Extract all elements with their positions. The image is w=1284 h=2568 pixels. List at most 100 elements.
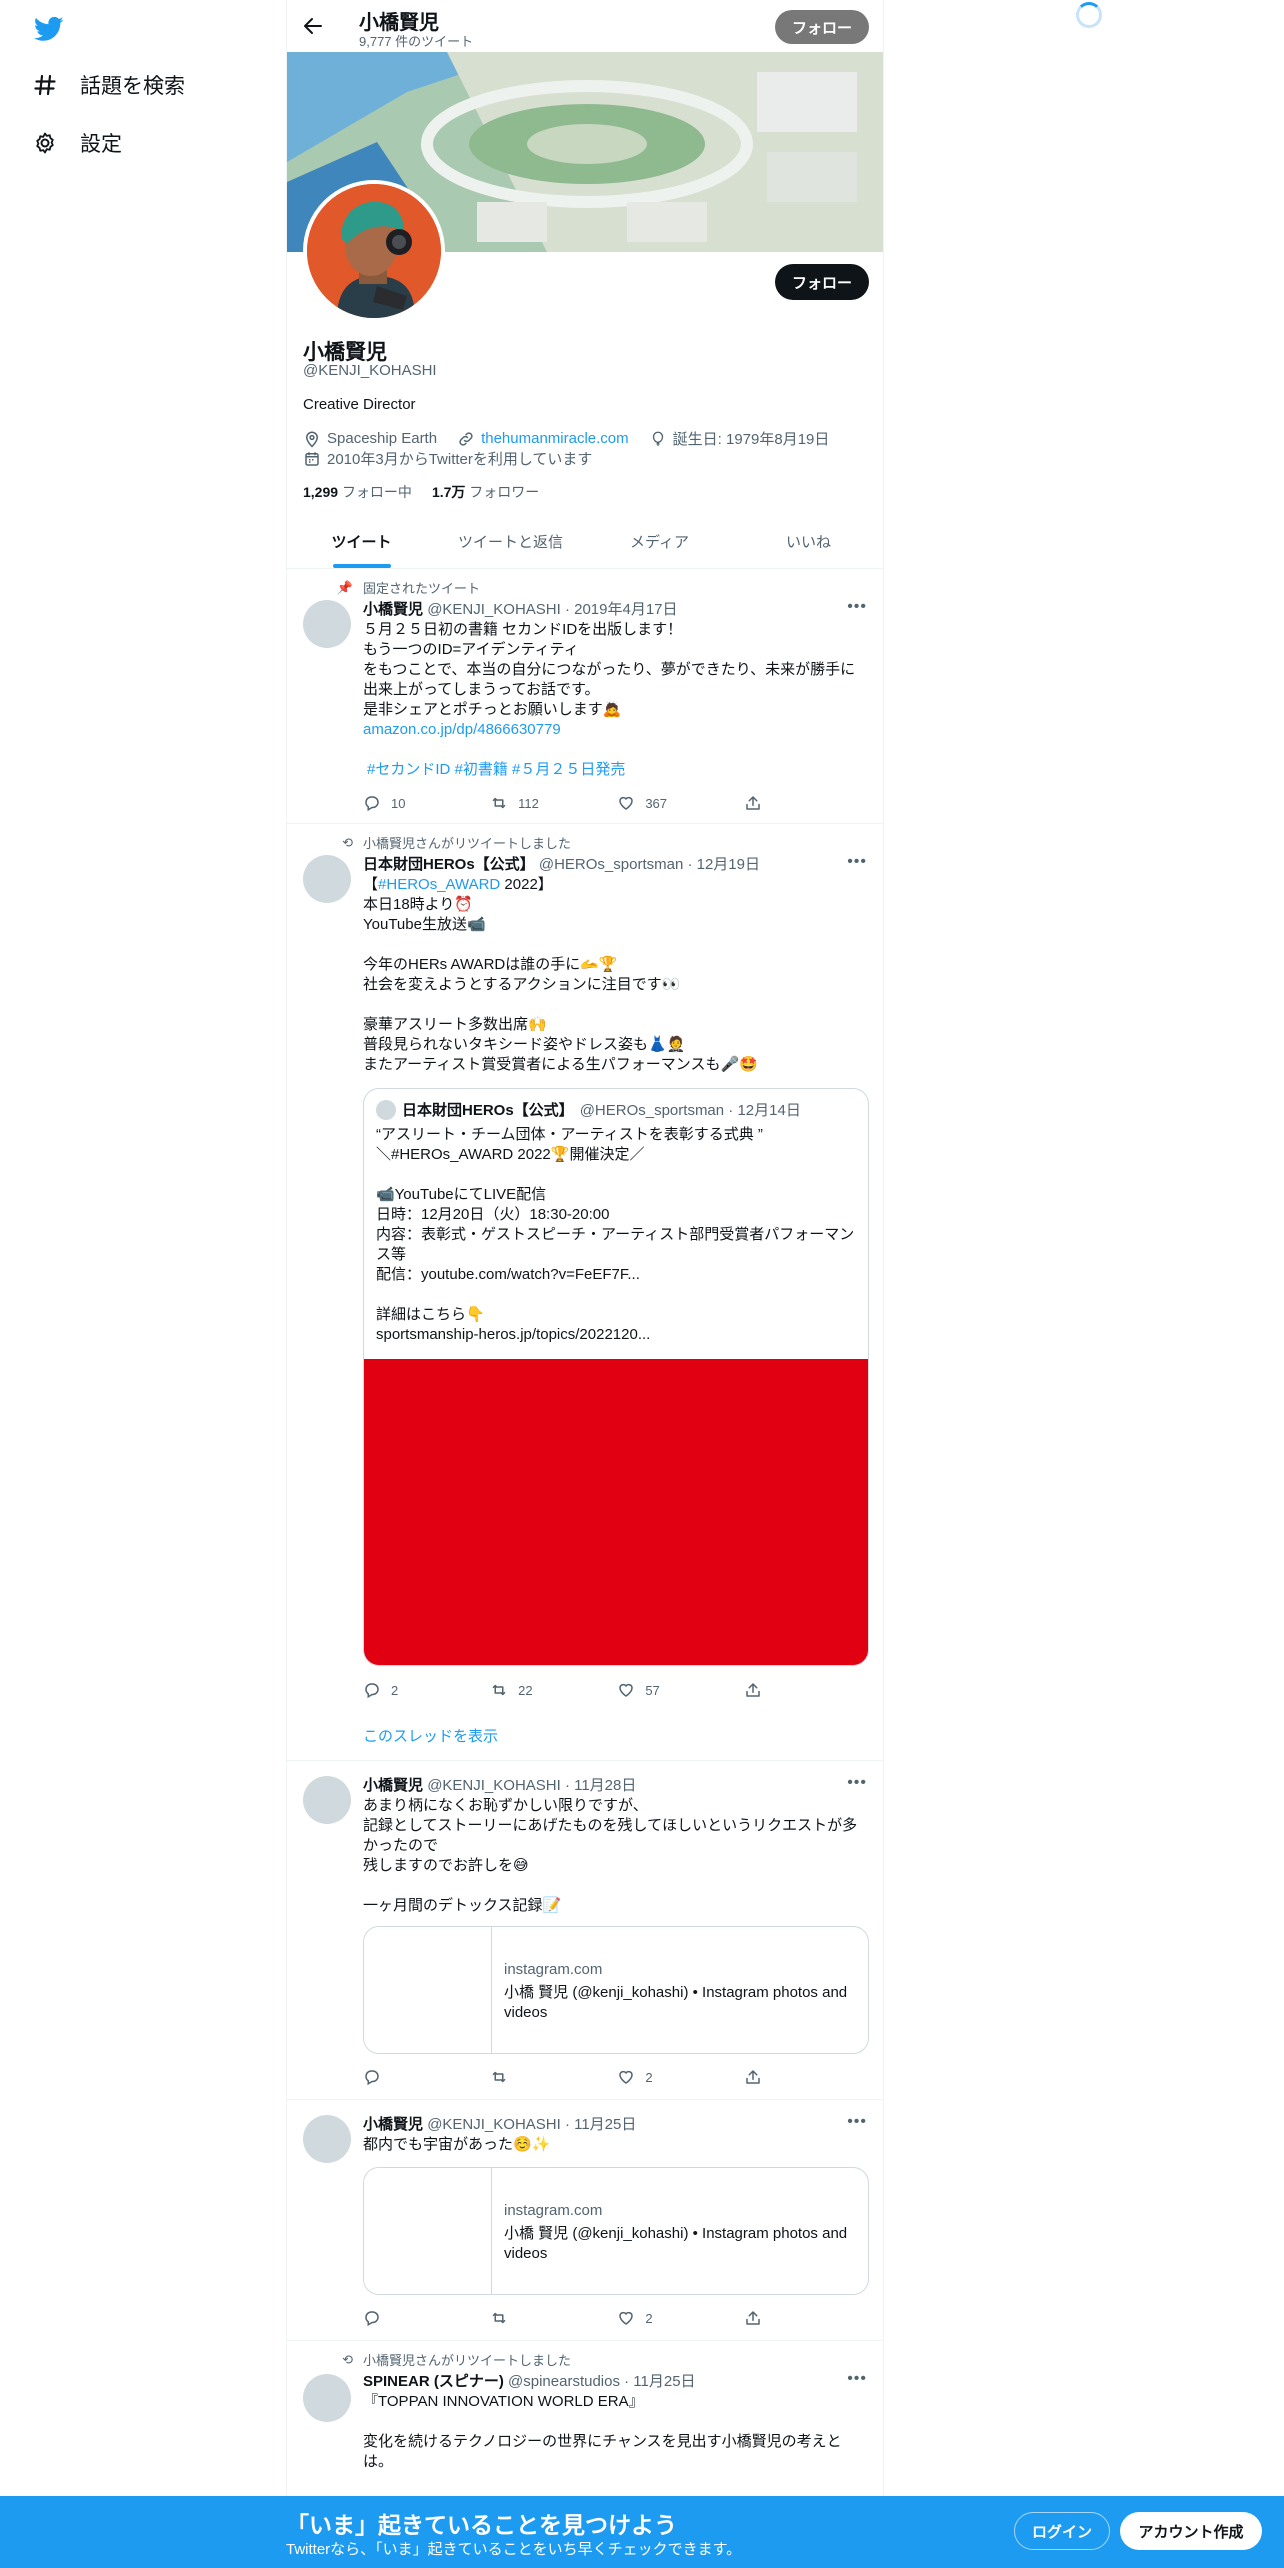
profile-url[interactable]: thehumanmiracle.com: [481, 430, 629, 447]
more-icon[interactable]: •••: [847, 2370, 867, 2388]
avatar[interactable]: [303, 600, 351, 648]
balloon-icon: [652, 431, 663, 446]
text-prefix: 【: [363, 876, 379, 893]
author-meta: @spinearstudios · 11月25日: [508, 2373, 696, 2390]
context-label: 小橋賢児さんがリツイートしました: [363, 2353, 572, 2368]
tweet-link[interactable]: amazon.co.jp/dp/4866630779: [363, 720, 867, 740]
profile-avatar[interactable]: [303, 180, 445, 322]
header-follow-button[interactable]: フォロー: [775, 10, 869, 44]
profile-timeline: 小橋賢児 9,777 件のツイート フォロー フォロー 小橋賢児 @KENJI_…: [286, 0, 884, 2568]
card-thumbnail: [364, 2168, 492, 2294]
quote-avatar: [376, 1099, 396, 1120]
tab-tweets-replies[interactable]: ツイートと返信: [436, 516, 585, 568]
tweet-instagram-1[interactable]: 小橋賢児 @KENJI_KOHASHI · 11月28日 ••• あまり柄になく…: [287, 1762, 883, 2100]
retweet-button[interactable]: [490, 2309, 617, 2327]
reply-icon: [365, 796, 379, 812]
tweet-retweet[interactable]: ⟲ 小橋賢児さんがリツイートしました 日本財団HEROs【公式】 @HEROs_…: [287, 825, 883, 1761]
more-icon[interactable]: •••: [847, 853, 867, 871]
reply-button[interactable]: [363, 2068, 490, 2086]
followers-count: 1.7万: [431, 484, 466, 500]
tweet-first-line: 【#HEROs_AWARD 2022】: [363, 875, 867, 895]
retweet-icon: [492, 2071, 506, 2083]
quote-text: “アスリート・チーム団体・アーティストを表彰する式典 ” ＼#HEROs_AWA…: [376, 1126, 855, 1343]
twitter-logo-icon[interactable]: [32, 14, 66, 44]
like-button[interactable]: 2: [617, 2309, 744, 2327]
avatar[interactable]: [303, 855, 351, 903]
show-thread-link[interactable]: このスレッドを表示: [363, 1725, 498, 1746]
author-name[interactable]: 小橋賢児: [363, 1777, 423, 1794]
followers-label: フォロワー: [469, 484, 540, 500]
gear-icon: [32, 130, 58, 156]
nav-explore-label: 話題を検索: [80, 75, 185, 98]
tab-likes[interactable]: いいね: [734, 516, 883, 568]
nav-settings[interactable]: 設定: [32, 128, 122, 158]
followers-stat[interactable]: 1.7万 フォロワー: [432, 482, 539, 502]
link-card[interactable]: instagram.com 小橋 賢児 (@kenji_kohashi) • I…: [363, 2167, 869, 2295]
reply-button[interactable]: [363, 2309, 490, 2327]
tweet-retweet-spinear[interactable]: ⟲ 小橋賢児さんがリツイートしました SPINEAR (スピナー) @spine…: [287, 2342, 883, 2502]
like-button[interactable]: 367: [617, 794, 744, 812]
author-name[interactable]: 小橋賢児: [363, 601, 423, 618]
more-icon[interactable]: •••: [847, 1774, 867, 1792]
reply-icon: [365, 2311, 379, 2327]
tab-media[interactable]: メディア: [585, 516, 734, 568]
share-button[interactable]: [744, 794, 783, 812]
author-meta: @KENJI_KOHASHI · 2019年4月17日: [427, 601, 678, 618]
profile-follow-stats: 1,299 フォロー中 1.7万 フォロワー: [303, 482, 539, 502]
profile-location: Spaceship Earth: [327, 430, 438, 447]
profile-header-bar: 小橋賢児 9,777 件のツイート フォロー: [287, 0, 883, 52]
profile-follow-button[interactable]: フォロー: [775, 264, 869, 300]
like-count: 367: [645, 795, 668, 811]
reply-icon: [365, 1683, 379, 1699]
reply-count: 10: [391, 795, 406, 811]
tweet-instagram-2[interactable]: 小橋賢児 @KENJI_KOHASHI · 11月25日 ••• 都内でも宇宙が…: [287, 2101, 883, 2341]
tweet-actions: 2: [363, 2068, 783, 2086]
link-card[interactable]: instagram.com 小橋 賢児 (@kenji_kohashi) • I…: [363, 1926, 869, 2054]
back-arrow-icon[interactable]: [301, 14, 325, 38]
share-button[interactable]: [744, 2068, 783, 2086]
more-icon[interactable]: •••: [847, 2113, 867, 2131]
reply-button[interactable]: 10: [363, 794, 490, 812]
calendar-icon: [305, 451, 319, 466]
share-button[interactable]: [744, 2309, 783, 2327]
nav-explore[interactable]: 話題を検索: [32, 70, 185, 100]
login-button[interactable]: ログイン: [1014, 2512, 1110, 2550]
retweet-button[interactable]: 22: [490, 1681, 617, 1699]
author-meta: @KENJI_KOHASHI · 11月25日: [427, 2116, 637, 2133]
share-button[interactable]: [744, 1681, 783, 1699]
more-icon[interactable]: •••: [847, 598, 867, 616]
card-thumbnail: [364, 1927, 492, 2053]
like-button[interactable]: 2: [617, 2068, 744, 2086]
avatar[interactable]: [303, 2115, 351, 2163]
retweet-button[interactable]: [490, 2068, 617, 2086]
heart-icon: [619, 2311, 634, 2325]
author-name[interactable]: SPINEAR (スピナー): [363, 2373, 504, 2390]
tab-tweets[interactable]: ツイート: [287, 516, 436, 568]
tweet-context: ⟲ 小橋賢児さんがリツイートしました: [333, 2350, 571, 2369]
tweet-hashtags[interactable]: #セカンドID #初書籍 #５月２５日発売: [367, 760, 871, 780]
following-stat[interactable]: 1,299 フォロー中: [303, 482, 412, 502]
tweet-text: あまり柄になくお恥ずかしい限りですが、 記録としてストーリーにあげたものを残して…: [363, 1797, 858, 1914]
text-suffix: 2022】: [500, 876, 553, 893]
quoted-tweet[interactable]: 日本財団HEROs【公式】 @HEROs_sportsman · 12月14日 …: [363, 1088, 869, 1666]
location-pin-icon: [305, 431, 319, 448]
following-label: フォロー中: [341, 484, 412, 500]
avatar[interactable]: [303, 1776, 351, 1824]
card-title: 小橋 賢児 (@kenji_kohashi) • Instagram photo…: [504, 1984, 848, 2021]
tweet-actions: 2: [363, 2309, 783, 2327]
tweet-actions: 10 112 367: [363, 794, 783, 812]
like-count: 2: [645, 2310, 653, 2326]
like-button[interactable]: 57: [617, 1681, 744, 1699]
quote-media-image[interactable]: [364, 1359, 868, 1665]
tweet-pinned[interactable]: 📌 固定されたツイート 小橋賢児 @KENJI_KOHASHI · 2019年4…: [287, 570, 883, 824]
retweet-button[interactable]: 112: [490, 794, 617, 812]
avatar[interactable]: [303, 2374, 351, 2422]
following-count: 1,299: [303, 484, 339, 500]
like-count: 2: [645, 2069, 653, 2085]
hashtag-link[interactable]: #HEROs_AWARD: [378, 876, 500, 893]
signup-button[interactable]: アカウント作成: [1120, 2512, 1262, 2550]
share-icon: [746, 2311, 761, 2325]
reply-button[interactable]: 2: [363, 1681, 490, 1699]
author-name[interactable]: 小橋賢児: [363, 2116, 423, 2133]
author-name[interactable]: 日本財団HEROs【公式】: [363, 856, 535, 873]
